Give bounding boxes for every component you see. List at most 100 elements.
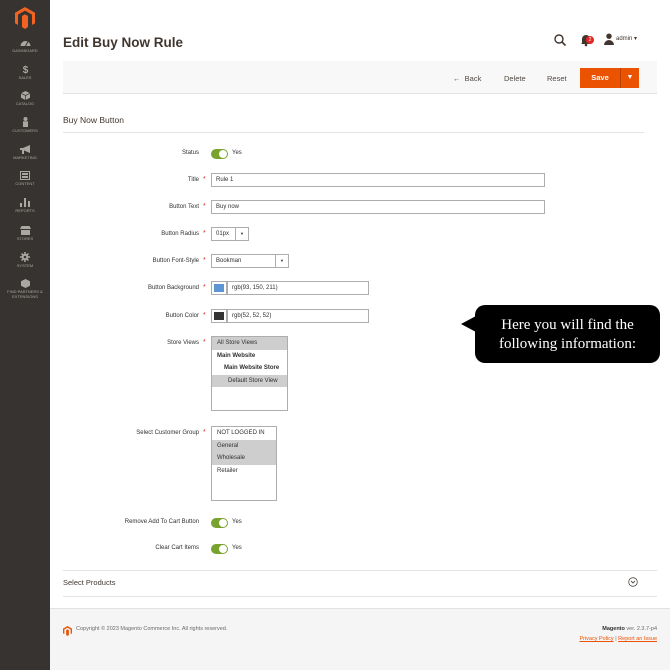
button-color-input[interactable]: rgb(52, 52, 52) — [227, 309, 369, 323]
person-icon — [22, 117, 28, 127]
privacy-policy-link[interactable]: Privacy Policy — [579, 636, 613, 642]
store-view-option: Main Website — [217, 352, 256, 359]
page-title: Edit Buy Now Rule — [63, 35, 184, 50]
gear-icon — [20, 252, 30, 262]
title-input[interactable]: Rule 1 — [211, 173, 545, 187]
main-content: Edit Buy Now Rule 2 admin ▾ ← Back Delet… — [50, 0, 670, 670]
button-font-style-value: Bookman — [216, 258, 242, 264]
sidebar-item-label: CONTENT — [15, 181, 35, 186]
sidebar-item-label: FIND PARTNERS & EXTENSIONS — [7, 289, 43, 299]
sidebar-item-label: STORES — [16, 236, 34, 241]
store-icon — [19, 226, 31, 235]
content-icon — [20, 171, 30, 180]
sidebar-item-system[interactable]: SYSTEM — [0, 252, 50, 268]
back-label: Back — [464, 74, 482, 83]
sidebar-item-marketing[interactable]: MARKETING — [0, 145, 50, 160]
report-issue-link[interactable]: Report an Issue — [618, 636, 657, 642]
reset-button[interactable]: Reset — [547, 74, 567, 83]
sidebar-item-label: CATALOG — [15, 101, 35, 106]
user-menu-caret-icon[interactable]: ▾ — [634, 35, 637, 42]
required-marker: * — [203, 339, 206, 346]
remove-add-to-cart-toggle[interactable] — [211, 518, 228, 528]
button-text-input[interactable]: Buy now — [211, 200, 545, 214]
footer-link-separator: | — [615, 636, 617, 642]
store-view-option: Main Website Store — [224, 365, 280, 371]
section-divider — [63, 596, 657, 597]
back-button[interactable]: ← Back — [453, 74, 481, 83]
save-button[interactable]: Save — [580, 68, 620, 88]
sidebar-item-partners[interactable]: FIND PARTNERS & EXTENSIONS — [0, 279, 50, 299]
bar-chart-icon — [20, 198, 30, 207]
button-radius-value: 01px — [216, 231, 230, 237]
customer-group-multiselect[interactable]: NOT LOGGED IN General Wholesale Retailer — [211, 426, 277, 501]
store-view-option[interactable]: All Store Views — [212, 337, 287, 350]
customer-group-option[interactable]: Retailer — [212, 465, 276, 478]
color-swatch-fill — [214, 284, 224, 292]
dashboard-icon — [20, 41, 30, 47]
button-font-style-label: Button Font-Style — [152, 258, 199, 264]
button-font-style-select[interactable]: Bookman ▼ — [211, 254, 289, 268]
admin-sidebar: DASHBOARD $ SALES CATALOG CUSTOMERS MARK… — [0, 0, 50, 670]
footer-version: Magento ver. 2.3.7-p4 — [602, 626, 657, 632]
svg-text:$: $ — [22, 65, 28, 74]
sidebar-item-dashboard[interactable]: DASHBOARD — [0, 38, 50, 53]
button-background-swatch[interactable] — [211, 281, 227, 295]
required-marker: * — [203, 230, 206, 237]
select-products-title[interactable]: Select Products — [63, 578, 116, 587]
required-marker: * — [203, 284, 206, 291]
customer-group-option[interactable]: General — [212, 439, 276, 452]
footer-version-number: ver. 2.3.7-p4 — [626, 626, 657, 632]
button-background-label: Button Background — [147, 285, 199, 291]
customer-group-option[interactable]: NOT LOGGED IN — [212, 427, 276, 440]
sidebar-item-reports[interactable]: REPORTS — [0, 198, 50, 213]
status-toggle[interactable] — [211, 149, 228, 159]
callout-line-1: Here you will find the — [501, 317, 634, 333]
required-marker: * — [203, 429, 206, 436]
button-background-input[interactable]: rgb(93, 150, 211) — [227, 281, 369, 295]
chevron-down-circle-icon[interactable] — [628, 577, 638, 587]
user-menu-name[interactable]: admin — [616, 36, 632, 42]
required-marker: * — [203, 312, 206, 319]
footer-copyright: Copyright © 2023 Magento Commerce Inc. A… — [76, 626, 228, 632]
cube-icon — [20, 91, 30, 100]
user-icon[interactable] — [603, 33, 615, 45]
info-callout: Here you will find the following informa… — [475, 305, 660, 363]
store-views-multiselect[interactable]: All Store Views Main Website Main Websit… — [211, 336, 288, 411]
button-radius-select[interactable]: 01px ▼ — [211, 227, 249, 241]
section-title: Buy Now Button — [63, 115, 124, 125]
customer-group-option[interactable]: Wholesale — [212, 452, 276, 465]
save-options-toggle[interactable]: ▼ — [620, 68, 639, 88]
button-color-swatch[interactable] — [211, 309, 227, 323]
sidebar-item-sales[interactable]: $ SALES — [0, 64, 50, 80]
sidebar-item-catalog[interactable]: CATALOG — [0, 91, 50, 106]
required-marker: * — [203, 203, 206, 210]
magento-logo-icon[interactable] — [15, 7, 35, 29]
footer: Copyright © 2023 Magento Commerce Inc. A… — [50, 608, 670, 670]
required-marker: * — [203, 176, 206, 183]
callout-line-2: following information: — [498, 336, 637, 352]
clear-cart-items-label: Clear Cart Items — [155, 545, 199, 551]
footer-links: Privacy Policy | Report an Issue — [579, 636, 657, 642]
status-label: Status — [181, 150, 199, 156]
remove-add-to-cart-label: Remove Add To Cart Button — [124, 519, 199, 525]
chevron-down-icon: ▼ — [235, 228, 248, 240]
status-value: Yes — [232, 150, 242, 156]
sidebar-item-customers[interactable]: CUSTOMERS — [0, 117, 50, 133]
arrow-left-icon: ← — [453, 74, 461, 83]
box-icon — [20, 279, 30, 288]
search-icon[interactable] — [553, 33, 567, 47]
sidebar-item-content[interactable]: CONTENT — [0, 171, 50, 186]
required-marker: * — [203, 257, 206, 264]
title-label: Title — [187, 177, 199, 183]
store-view-option[interactable]: Default Store View — [212, 374, 287, 387]
button-text-label: Button Text — [169, 204, 199, 210]
page-actions-bar: ← Back Delete Reset Save ▼ — [63, 61, 657, 94]
sidebar-item-label: SALES — [18, 75, 32, 80]
sidebar-item-label: CUSTOMERS — [12, 128, 38, 133]
color-swatch-fill — [214, 312, 224, 320]
sidebar-item-stores[interactable]: STORES — [0, 226, 50, 241]
delete-button[interactable]: Delete — [504, 74, 526, 83]
sidebar-item-label: SYSTEM — [16, 263, 34, 268]
sidebar-item-label: DASHBOARD — [12, 48, 38, 53]
clear-cart-items-toggle[interactable] — [211, 544, 228, 554]
